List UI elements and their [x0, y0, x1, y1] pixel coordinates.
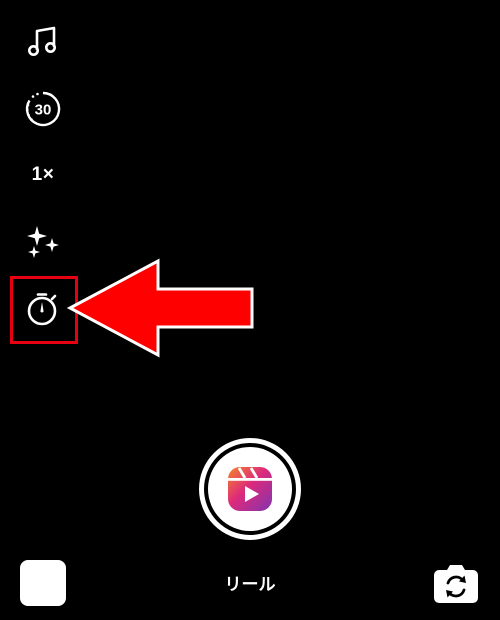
length-button[interactable]: 30	[22, 88, 64, 130]
flip-camera-button[interactable]	[433, 562, 479, 609]
mode-label[interactable]: リール	[0, 570, 500, 595]
sparkles-icon	[27, 226, 59, 258]
speed-label: 1×	[31, 164, 55, 185]
music-note-icon	[28, 26, 56, 56]
flip-camera-icon	[434, 565, 478, 603]
reels-icon	[228, 467, 272, 511]
length-label: 30	[35, 102, 52, 119]
red-arrow-annotation	[66, 258, 254, 358]
music-button[interactable]	[22, 20, 64, 62]
gallery-thumbnail[interactable]	[20, 560, 66, 606]
effects-button[interactable]	[22, 221, 64, 263]
length-30-icon: 30	[25, 91, 61, 127]
record-button[interactable]	[199, 438, 301, 540]
record-button-inner	[208, 447, 292, 531]
speed-button[interactable]: 1×	[22, 154, 64, 196]
